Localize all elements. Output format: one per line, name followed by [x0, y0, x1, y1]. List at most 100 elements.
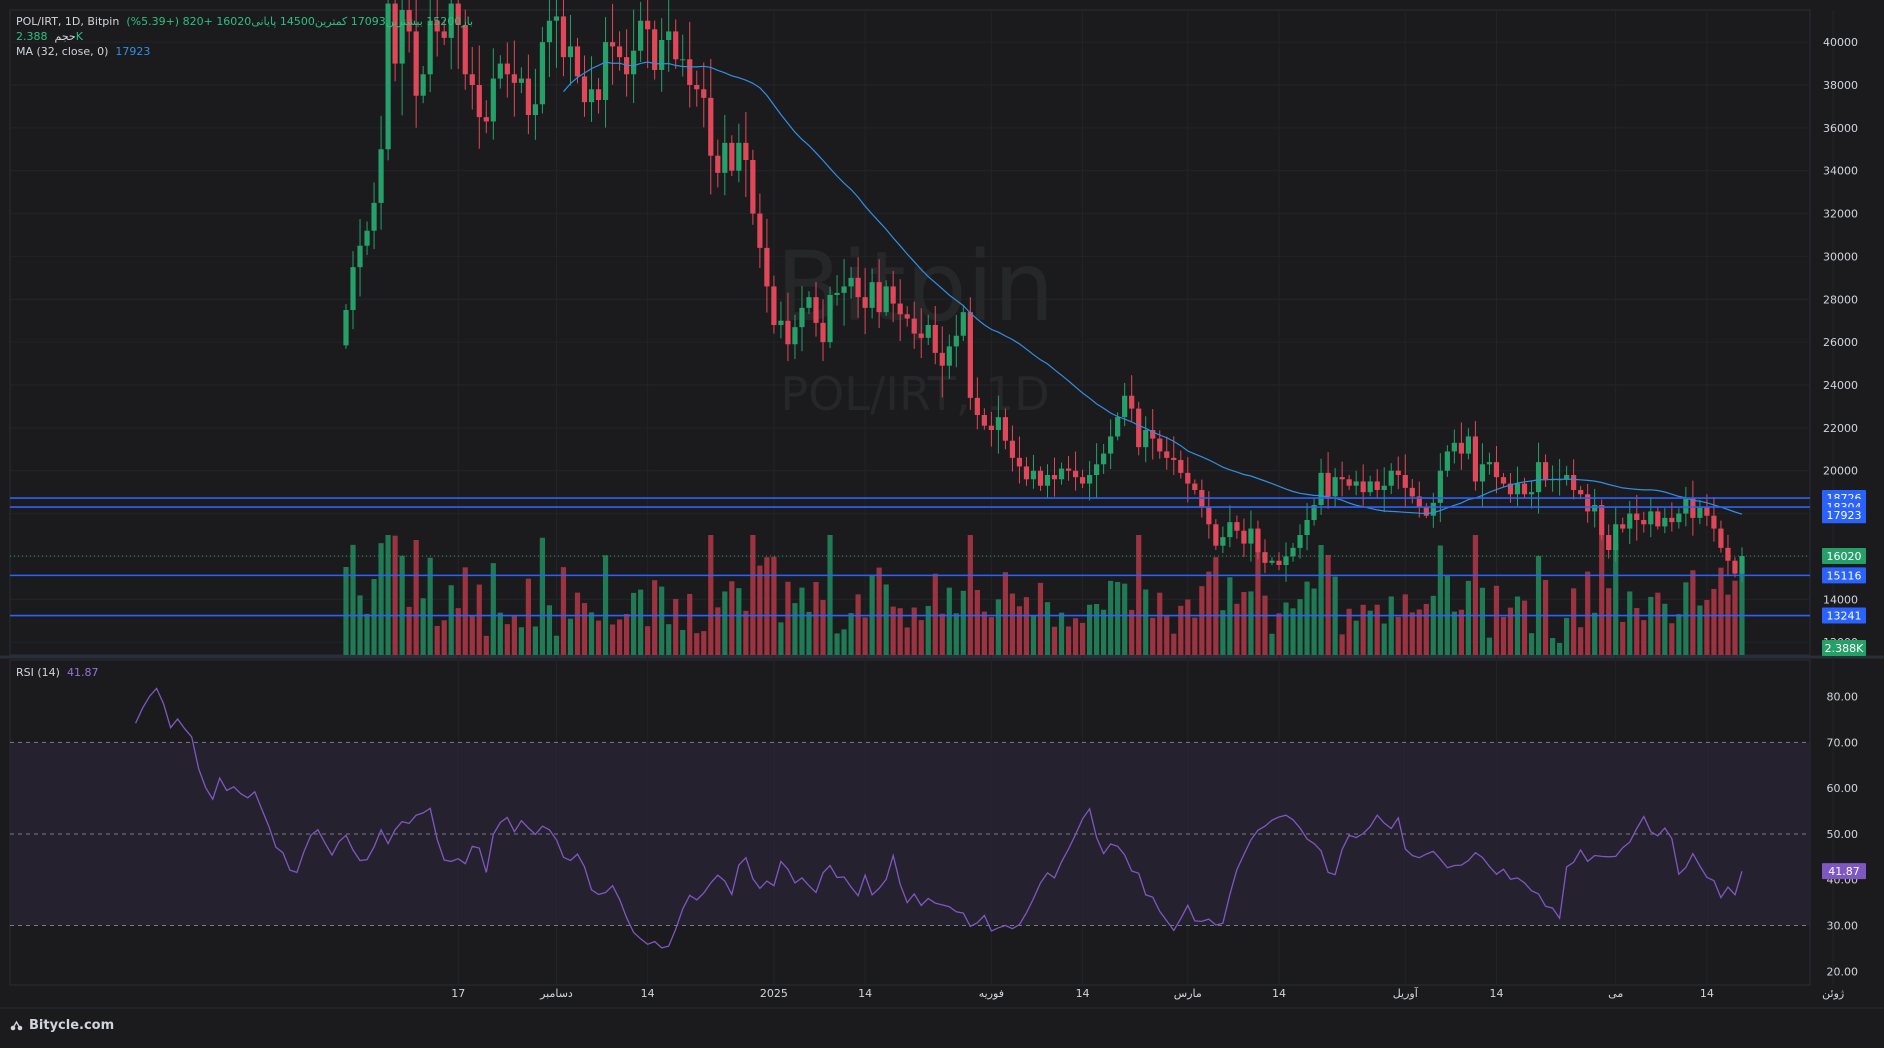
volume-bar	[967, 535, 973, 655]
volume-bar	[1164, 616, 1170, 655]
candle-body	[1648, 511, 1654, 525]
rsi-tick-label: 20.00	[1827, 965, 1859, 978]
volume-bar	[588, 612, 595, 655]
candle-body	[532, 104, 539, 115]
candle-body	[960, 312, 966, 336]
volume-bar	[448, 585, 454, 655]
volume-bar	[1325, 554, 1331, 655]
price-marker-label: 13241	[1827, 610, 1862, 623]
volume-bar	[1213, 557, 1219, 655]
volume-bar	[624, 613, 630, 655]
volume-bar	[343, 567, 349, 655]
candle-body	[1101, 453, 1107, 465]
candle-body	[1571, 475, 1577, 490]
volume-bar	[911, 607, 917, 655]
volume-bar	[1171, 633, 1177, 655]
volume-bar	[792, 603, 798, 655]
volume-bar	[1718, 567, 1724, 655]
candle-body	[995, 417, 1001, 430]
volume-bar	[1627, 591, 1633, 655]
volume-bar	[1002, 572, 1009, 655]
candle-body	[1058, 468, 1065, 480]
price-marker-label: 17923	[1827, 509, 1862, 522]
candle-body	[441, 31, 447, 38]
candle-body	[1704, 507, 1710, 516]
volume-bar	[441, 620, 447, 655]
candle-body	[1718, 528, 1724, 548]
candle-body	[462, 25, 468, 75]
footer-brand[interactable]: Bitycle.com	[10, 1018, 114, 1033]
volume-bar	[701, 631, 707, 655]
candle-body	[1409, 487, 1415, 497]
volume-bar	[1248, 591, 1254, 655]
volume-bar	[1402, 594, 1408, 655]
volume-bar	[1079, 622, 1086, 655]
candle-body	[1627, 513, 1633, 529]
candle-body	[967, 312, 973, 398]
trading-chart[interactable]: BitpinPOL/IRT, 1D12000140001600018000200…	[0, 0, 1884, 1044]
volume-bar	[1009, 593, 1016, 655]
candle-body	[1051, 475, 1058, 480]
candle-body	[1430, 502, 1436, 516]
candle-body	[1129, 395, 1135, 409]
candle-body	[567, 46, 574, 58]
candle-body	[1290, 547, 1296, 557]
candle-body	[799, 307, 805, 328]
volume-bar	[771, 556, 777, 655]
volume-bar	[1044, 602, 1051, 655]
candle-body	[743, 142, 749, 160]
volume-bar	[1669, 623, 1675, 655]
volume-bar	[1571, 588, 1577, 655]
volume-bar	[1535, 555, 1542, 655]
candle-body	[1535, 462, 1542, 493]
volume-bar	[1094, 603, 1100, 655]
volume-bar	[1318, 545, 1324, 655]
candle-body	[378, 149, 384, 203]
candle-body	[1486, 462, 1493, 465]
candle-body	[1732, 560, 1738, 574]
candle-body	[1023, 466, 1030, 480]
candle-body	[560, 16, 567, 58]
volume-bar	[1542, 579, 1549, 655]
volume-bar	[1220, 610, 1226, 655]
candle-body	[722, 142, 728, 173]
price-marker-label: 15116	[1827, 569, 1862, 582]
volume-bar	[1339, 634, 1345, 655]
volume-bar	[553, 635, 560, 655]
candle-body	[848, 277, 854, 287]
volume-bar	[1395, 616, 1401, 655]
volume-bar	[680, 630, 686, 655]
candle-body	[1171, 457, 1177, 460]
candle-body	[490, 78, 496, 122]
volume-bar	[1662, 603, 1668, 655]
volume-bar	[476, 584, 482, 655]
price-tick-label: 14000	[1823, 593, 1858, 606]
candle-body	[946, 346, 952, 366]
volume-bar	[855, 594, 861, 655]
candle-body	[483, 117, 489, 122]
volume-bar	[1556, 643, 1563, 655]
price-tick-label: 30000	[1823, 250, 1858, 263]
candle-body	[1669, 517, 1675, 523]
candle-body	[680, 59, 686, 61]
price-tick-label: 20000	[1823, 465, 1858, 478]
candle-body	[1115, 417, 1121, 437]
candle-body	[729, 142, 735, 171]
candle-body	[511, 74, 517, 83]
candle-body	[1136, 408, 1142, 448]
volume-bar	[560, 567, 567, 655]
volume-bar	[708, 535, 714, 655]
candle-body	[1227, 522, 1233, 538]
volume-bar	[694, 633, 700, 655]
candle-body	[364, 230, 370, 246]
candle-body	[1620, 524, 1626, 529]
candle-body	[687, 59, 693, 85]
volume-bar	[652, 580, 658, 655]
time-tick-label: ژوئن	[1822, 987, 1844, 1000]
candle-body	[581, 76, 588, 103]
candle-body	[925, 325, 931, 338]
rsi-legend-value: 41.87	[66, 666, 99, 679]
volume-bar	[932, 573, 938, 655]
volume-bar	[764, 557, 770, 655]
volume-bar	[1620, 621, 1626, 655]
